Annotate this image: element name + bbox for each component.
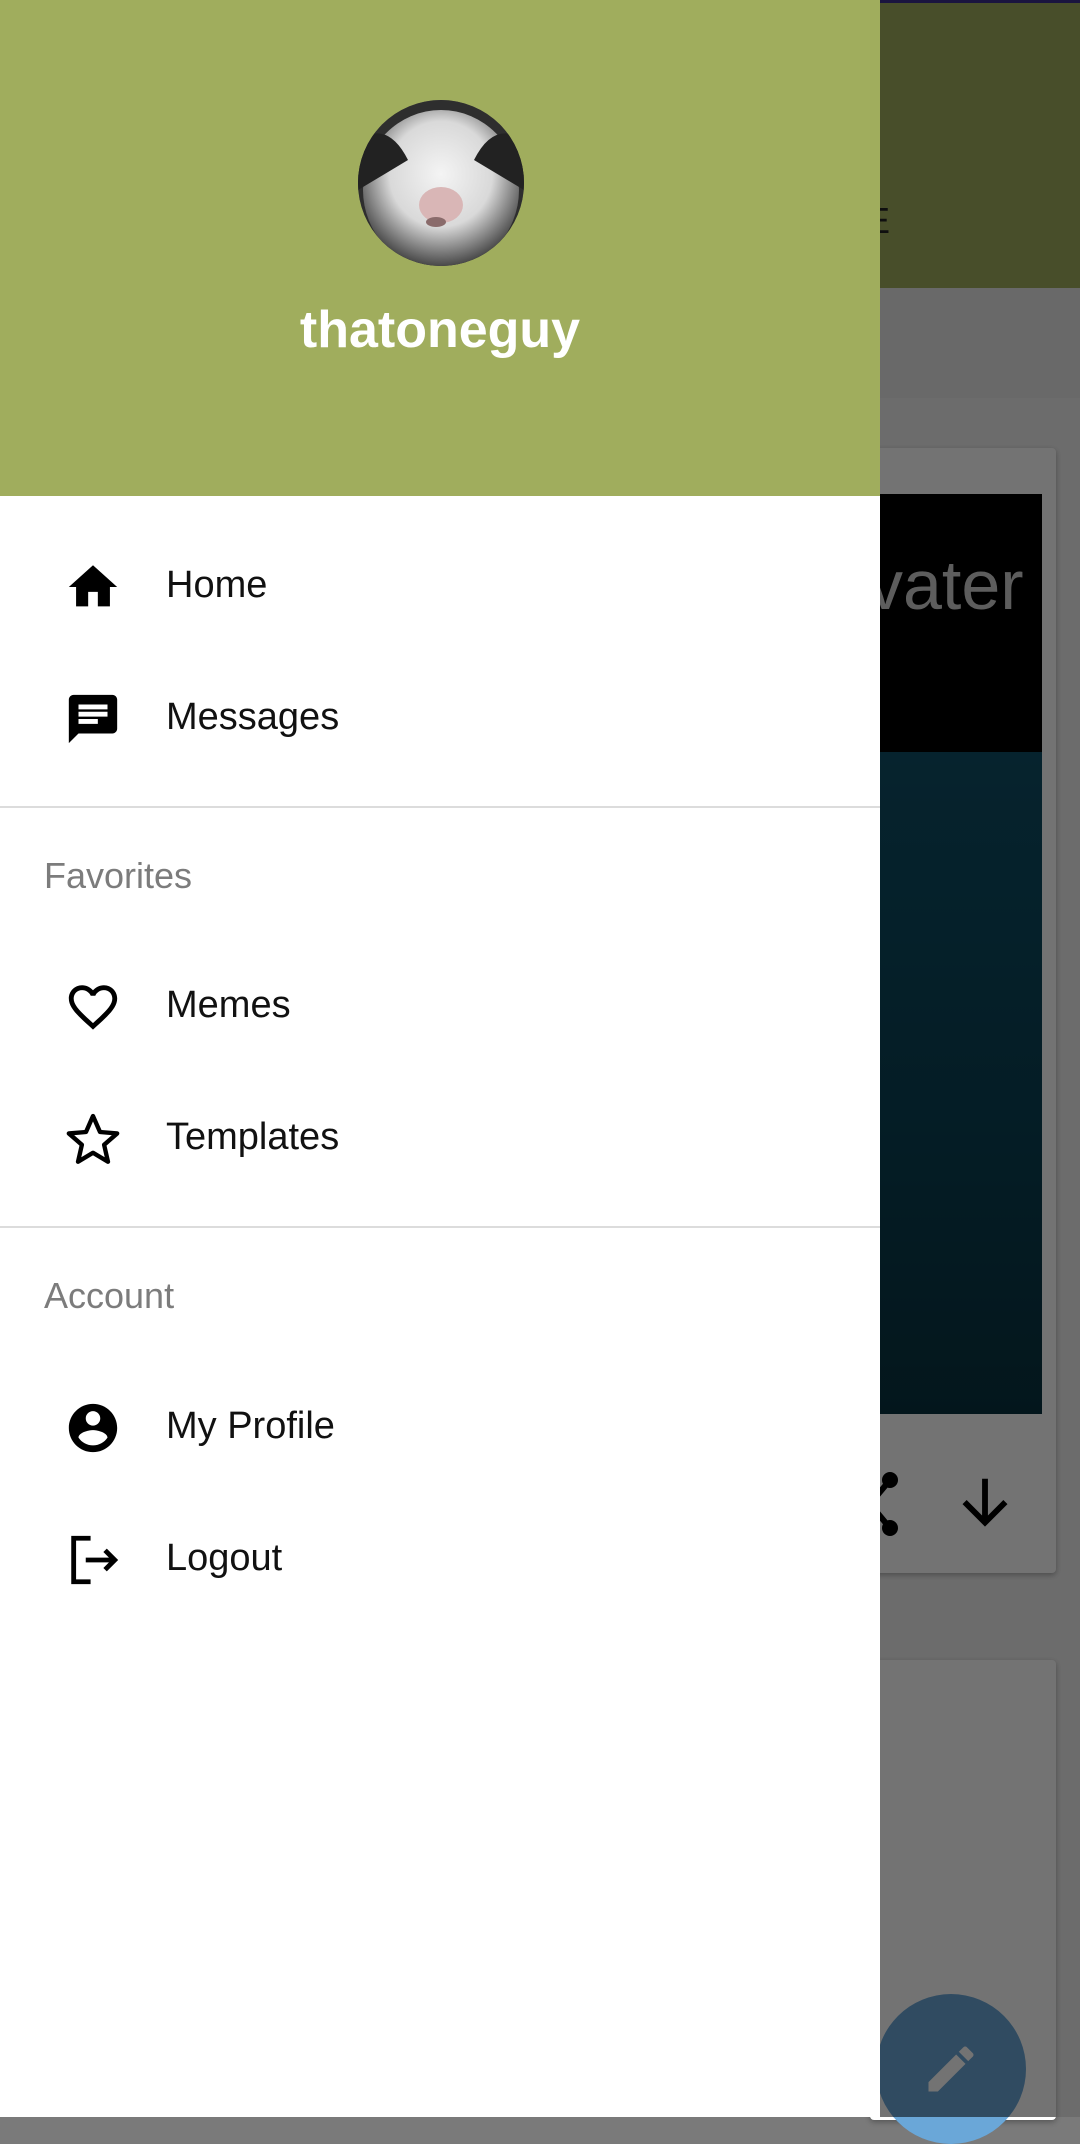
divider: [0, 1226, 880, 1228]
section-title-account: Account: [44, 1275, 175, 1316]
drawer-header: thatoneguy: [0, 0, 880, 496]
menu-item-label: My Profile: [166, 1405, 335, 1447]
star-outline-icon: [66, 1113, 120, 1164]
menu-item-templates[interactable]: Templates: [0, 1072, 880, 1204]
navigation-drawer: thatoneguy Home Messages Favorites Memes…: [0, 0, 880, 2117]
avatar[interactable]: [358, 100, 524, 266]
menu-item-label: Messages: [166, 696, 340, 738]
username: thatoneguy: [299, 301, 581, 359]
menu-item-my-profile[interactable]: My Profile: [0, 1361, 880, 1493]
menu-item-messages[interactable]: Messages: [0, 652, 880, 784]
account-circle-icon: [68, 1403, 118, 1453]
home-icon: [68, 565, 118, 607]
menu-item-label: Home: [166, 564, 268, 606]
section-title-favorites: Favorites: [44, 855, 193, 896]
avatar-photo: [358, 100, 524, 266]
menu-item-memes[interactable]: Memes: [0, 940, 880, 1072]
menu-item-logout[interactable]: Logout: [0, 1493, 880, 1625]
logout-icon: [71, 1535, 119, 1585]
divider: [0, 806, 880, 808]
menu-item-label: Templates: [166, 1116, 340, 1158]
message-icon: [68, 694, 118, 744]
heart-outline-icon: [68, 985, 118, 1030]
menu-item-label: Memes: [166, 984, 291, 1026]
menu-item-home[interactable]: Home: [0, 520, 880, 652]
menu-item-label: Logout: [166, 1537, 283, 1579]
